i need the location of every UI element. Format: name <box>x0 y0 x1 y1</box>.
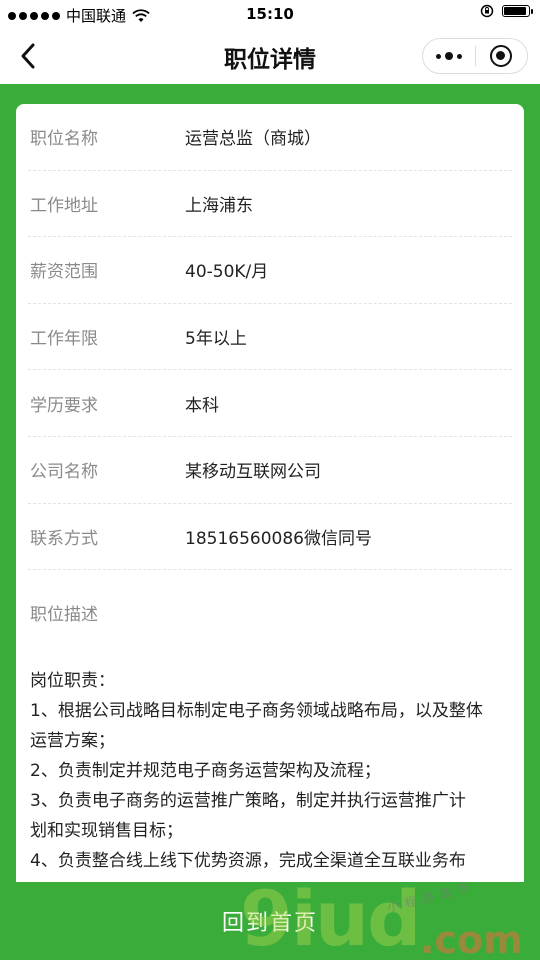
close-miniprogram-button[interactable] <box>476 39 528 73</box>
detail-value: 40-50K/月 <box>185 262 269 283</box>
detail-value: 5年以上 <box>185 329 247 350</box>
detail-label: 职位名称 <box>30 129 98 150</box>
detail-label: 工作地址 <box>30 195 98 216</box>
more-button[interactable] <box>423 39 475 73</box>
detail-value: 某移动互联网公司 <box>185 462 321 483</box>
detail-value: 运营总监（商城） <box>185 129 321 150</box>
detail-label: 公司名称 <box>30 462 98 483</box>
detail-value: 18516560086微信同号 <box>185 528 372 549</box>
target-icon <box>490 45 513 67</box>
description-title: 职位描述 <box>30 605 98 626</box>
detail-row: 工作地址 上海浦东 <box>28 171 512 238</box>
detail-label: 工作年限 <box>30 329 98 350</box>
description-line: 1、根据公司战略目标制定电子商务领域战略布局，以及整体 <box>30 701 483 722</box>
detail-value: 上海浦东 <box>185 195 253 216</box>
detail-label: 学历要求 <box>30 395 98 416</box>
description-line: 4、负责整合线上线下优势资源，完成全渠道全互联业务布 <box>30 851 466 872</box>
detail-row: 职位名称 运营总监（商城） <box>28 104 512 171</box>
detail-row: 公司名称 某移动互联网公司 <box>28 437 512 504</box>
detail-row: 联系方式 18516560086微信同号 <box>28 504 512 571</box>
battery-icon <box>502 5 533 17</box>
back-home-button[interactable]: 回到首页 <box>0 882 540 960</box>
detail-label: 联系方式 <box>30 528 98 549</box>
job-detail-card: 职位名称 运营总监（商城） 工作地址 上海浦东薪资范围 40-50K/月工作年限 5年以上… <box>16 104 524 894</box>
description-line: 3、负责电子商务的运营推广策略，制定并执行运营推广计 <box>30 791 466 812</box>
description-body: 岗位职责： 1、根据公司战略目标制定电子商务领域战略布局，以及整体 运营方案； 2、负… <box>30 666 510 894</box>
description-line: 2、负责制定并规范电子商务运营架构及流程； <box>30 761 381 782</box>
detail-row: 薪资范围 40-50K/月 <box>28 237 512 304</box>
detail-row: 工作年限 5年以上 <box>28 304 512 371</box>
more-icon <box>435 52 462 60</box>
navigation-bar: 职位详情 <box>0 28 540 84</box>
status-bar: 中国联通 15:10 <box>0 0 540 28</box>
detail-label: 薪资范围 <box>30 262 98 283</box>
detail-value: 本科 <box>185 395 219 416</box>
description-line: 运营方案； <box>30 731 115 752</box>
detail-list: 职位名称 运营总监（商城） 工作地址 上海浦东薪资范围 40-50K/月工作年限 5年以上… <box>16 104 524 571</box>
status-time: 15:10 <box>246 5 294 23</box>
detail-row: 学历要求 本科 <box>28 370 512 437</box>
rotation-lock-icon <box>480 4 494 18</box>
menu-capsule <box>422 38 528 74</box>
description-line: 划和实现销售目标； <box>30 821 183 842</box>
description-line: 岗位职责： <box>30 671 115 692</box>
